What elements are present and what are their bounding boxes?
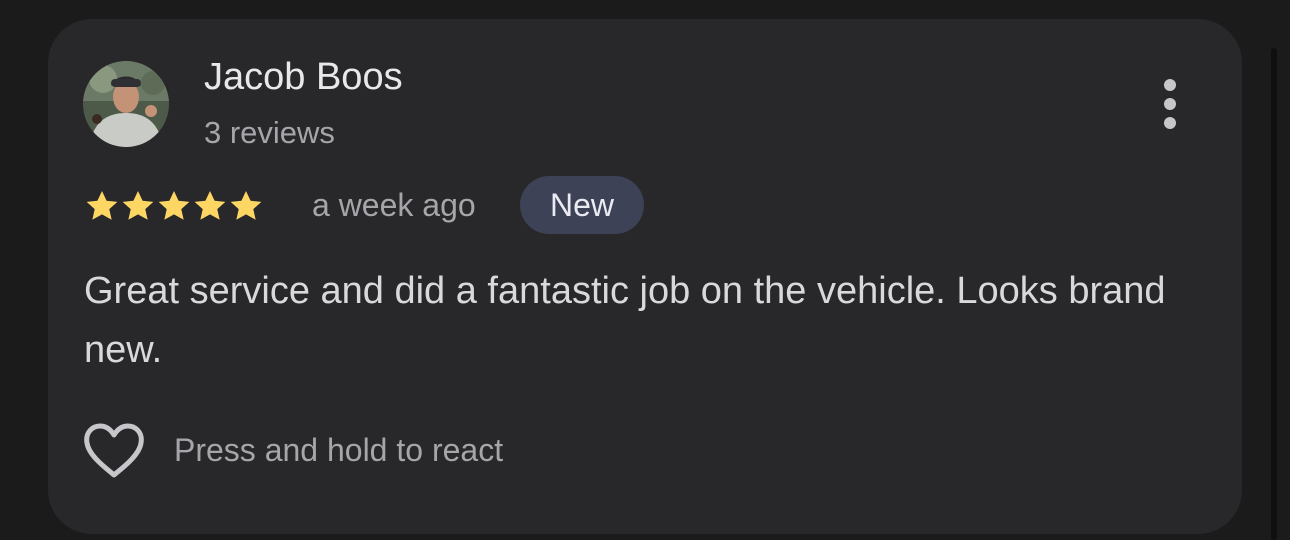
- star-icon: [122, 190, 154, 220]
- review-time: a week ago: [312, 187, 476, 223]
- new-badge: New: [520, 176, 644, 234]
- author-name[interactable]: Jacob Boos: [204, 55, 403, 99]
- author-review-count[interactable]: 3 reviews: [204, 115, 335, 151]
- more-dot: [1164, 98, 1176, 110]
- author-avatar[interactable]: [83, 61, 169, 147]
- star-icon: [230, 190, 262, 220]
- review-text: Great service and did a fantastic job on…: [84, 270, 1166, 371]
- scrollbar[interactable]: [1271, 48, 1277, 540]
- react-hint: Press and hold to react: [174, 432, 504, 468]
- heart-outline-icon[interactable]: [83, 422, 145, 480]
- star-rating: [83, 187, 263, 225]
- star-icon: [194, 190, 226, 220]
- more-options-button[interactable]: [1150, 74, 1190, 134]
- more-vertical-icon: [1164, 79, 1176, 91]
- star-icon: [158, 190, 190, 220]
- star-icon: [86, 190, 118, 220]
- more-dot: [1164, 117, 1176, 129]
